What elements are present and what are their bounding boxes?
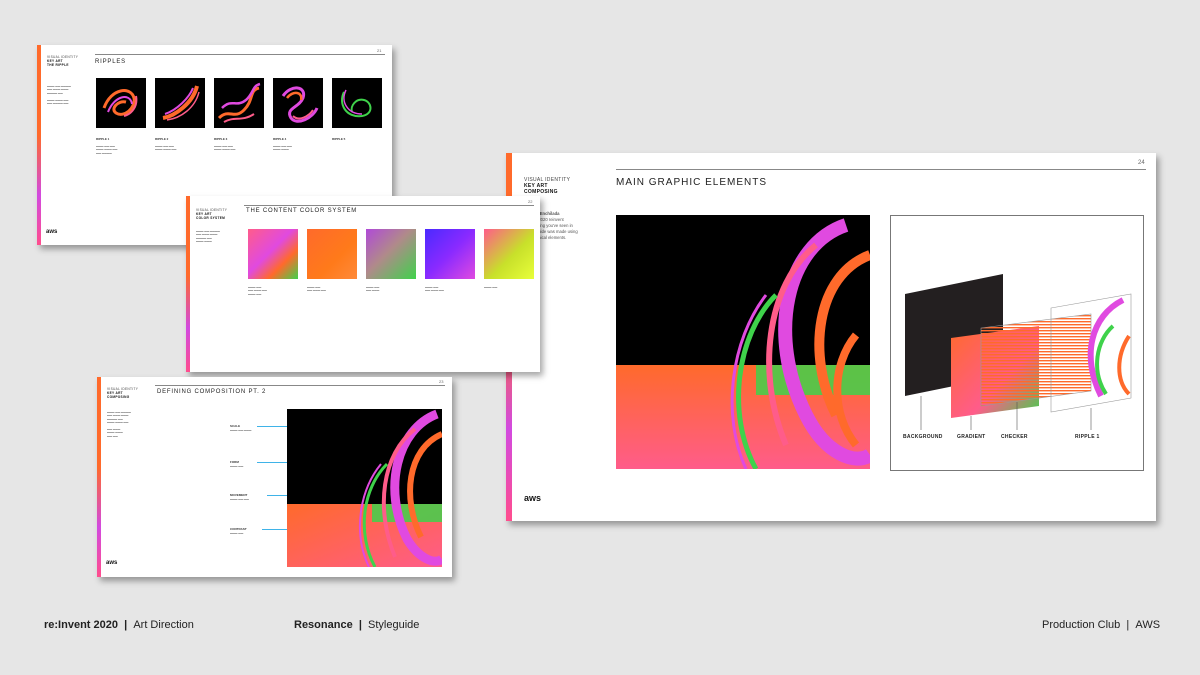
slide-title: THE CONTENT COLOR SYSTEM [246,208,358,214]
swatch-caption: ▬▬▬ ▬▬ ▬▬ ▬▬▬ ▬▬ [425,286,444,293]
callout-scale: SCALE ▬▬▬ ▬▬ ▬▬▬ [230,424,252,432]
footer-right: Production Club | AWS [1042,619,1161,631]
layer-label-checker: CHECKER [1001,434,1028,440]
ripple-body-text: ▬▬▬ ▬▬ ▬▬ ▬▬▬ ▬▬▬ ▬▬ ▬▬ ▬▬▬▬ [96,145,118,155]
slide-accent-stripe [37,45,41,245]
color-swatch-2 [307,229,357,279]
ripple-tile-5 [332,78,382,128]
aws-logo: aws [106,560,118,566]
slide-sidebar-label: VISUAL IDENTITY KEY ART COMPOSING [107,387,139,399]
slide-accent-stripe [186,196,190,372]
slide-main-graphic-elements[interactable]: VISUAL IDENTITY KEY ART COMPOSING 24 MAIN … [506,153,1156,521]
callout-movement: MOVEMENT ▬▬▬ ▬▬ ▬▬ [230,493,249,501]
composition-artwork [287,409,442,567]
color-swatch-1 [248,229,298,279]
ripple-caption: RIPPLE 3 [214,137,228,141]
ripple-caption: RIPPLE 1 [96,137,110,141]
slide-title: MAIN GRAPHIC ELEMENTS [616,177,768,188]
slide-content-color-system[interactable]: VISUAL IDENTITY KEY ART COLOR SYSTEM 22 TH… [186,196,540,372]
aws-logo: aws [524,493,542,503]
callout-line [257,426,287,427]
layer-label-gradient: GRADIENT [957,434,986,440]
ripple-body-text: ▬▬▬ ▬▬ ▬▬ ▬▬▬ ▬▬▬ ▬▬ [155,145,177,152]
ripple-tile-2 [155,78,205,128]
slide-title: RIPPLES [95,59,126,65]
ripple-caption: RIPPLE 4 [273,137,287,141]
swatch-caption: ▬▬▬ ▬▬ [484,286,498,289]
page-number: 21 [377,48,382,53]
sidebar-body-text: o Enchilada , 2020 reinvent thing you've… [536,211,578,240]
ripple-tile-4 [273,78,323,128]
ripple-body-text: ▬▬▬ ▬▬ ▬▬ ▬▬▬ ▬▬▬ [273,145,292,152]
color-swatch-3 [366,229,416,279]
color-swatch-4 [425,229,475,279]
ripple-caption: RIPPLE 5 [332,137,346,141]
layer-label-background: BACKGROUND [903,434,943,440]
sidebar-body-text: ▬▬▬ ▬▬ ▬▬▬▬ ▬▬ ▬▬▬ ▬▬▬ ▬▬▬▬ ▬▬ ▬▬▬ ▬▬▬ [196,230,220,244]
main-artwork [616,215,870,469]
swatch-caption: ▬▬▬ ▬▬ ▬▬ ▬▬▬ ▬▬ [307,286,326,293]
aws-logo: aws [46,229,58,235]
layer-label-ripple-1: RIPPLE 1 [1075,434,1100,440]
sidebar-body-text: ▬▬▬ ▬▬ ▬▬▬▬ ▬▬ ▬▬▬ ▬▬▬ ▬▬▬▬ ▬▬ ▬▬▬ ▬▬▬ ▬▬ ▬▬… [47,85,71,106]
page-number: 24 [1138,160,1145,166]
page-number: 23 [439,379,444,384]
callout-line [257,462,287,463]
slide-title: DEFINING COMPOSITION PT. 2 [157,389,267,395]
callout-line [262,529,287,530]
slide-sidebar-label: VISUAL IDENTITY KEY ART COMPOSING [524,177,571,195]
slide-sidebar-label: VISUAL IDENTITY KEY ART THE RIPPLE [47,55,79,67]
page-number: 22 [528,199,533,204]
footer-middle: Resonance | Styleguide [294,619,420,631]
ripple-tile-1 [96,78,146,128]
slide-accent-stripe [97,377,101,577]
sidebar-body-text: ▬▬▬ ▬▬ ▬▬▬▬ ▬▬ ▬▬▬ ▬▬▬ ▬▬▬▬ ▬▬ ▬▬▬ ▬▬▬ ▬▬ ▬▬… [107,411,131,438]
title-rule [616,169,1146,170]
footer-left: re:Invent 2020 | Art Direction [44,619,194,631]
swatch-caption: ▬▬▬ ▬▬ ▬▬ ▬▬▬ [366,286,380,293]
ripple-body-text: ▬▬▬ ▬▬ ▬▬ ▬▬▬ ▬▬▬ ▬▬ [214,145,236,152]
color-swatch-5 [484,229,534,279]
ripple-tile-3 [214,78,264,128]
layer-diagram [905,274,1132,430]
callout-form: FORM ▬▬▬ ▬▬ [230,460,244,468]
swatch-caption: ▬▬▬ ▬▬ ▬▬ ▬▬▬ ▬▬ ▬▬▬ ▬▬ [248,286,267,296]
slide-sidebar-label: VISUAL IDENTITY KEY ART COLOR SYSTEM [196,208,228,220]
layer-diagram-frame: BACKGROUND GRADIENT CHECKER RIPPLE 1 [890,215,1144,471]
title-rule [155,385,445,386]
slide-defining-composition[interactable]: VISUAL IDENTITY KEY ART COMPOSING 23 DEFIN… [97,377,452,577]
title-rule [244,205,534,206]
title-rule [95,54,385,55]
callout-contrast: CONTRAST ▬▬▬ ▬▬ [230,527,247,535]
ripple-caption: RIPPLE 2 [155,137,169,141]
